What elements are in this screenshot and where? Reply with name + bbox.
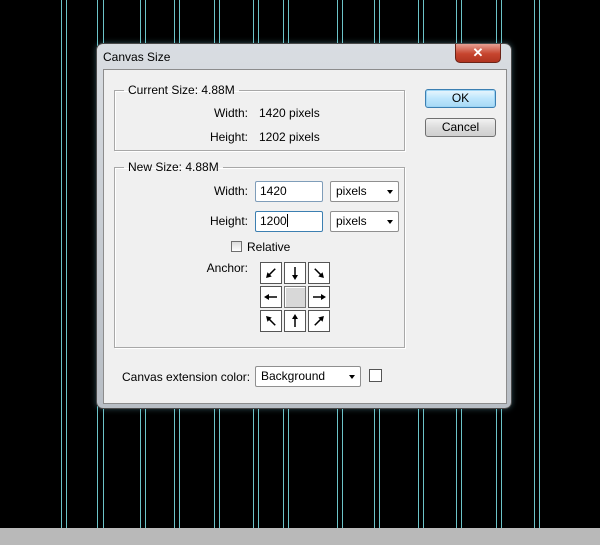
anchor-right[interactable]	[308, 286, 330, 308]
relative-checkbox[interactable]	[231, 241, 242, 252]
current-width-label: Width:	[213, 106, 248, 120]
dialog-title: Canvas Size	[103, 50, 171, 64]
width-input[interactable]: 1420	[255, 181, 323, 202]
current-size-legend: Current Size: 4.88M	[128, 83, 235, 97]
relative-label[interactable]: Relative	[247, 240, 290, 254]
width-unit-select[interactable]: pixels	[330, 181, 399, 202]
anchor-bottom[interactable]	[284, 310, 306, 332]
height-input-value: 1200	[260, 214, 287, 228]
arrow-icon	[266, 268, 276, 278]
anchor-top-right[interactable]	[308, 262, 330, 284]
extension-color-swatch[interactable]	[369, 369, 382, 382]
close-icon: ✕	[472, 45, 484, 60]
arrow-icon	[314, 268, 324, 278]
width-input-value: 1420	[260, 184, 287, 198]
new-width-label: Width:	[213, 184, 248, 198]
anchor-center[interactable]	[284, 286, 306, 308]
anchor-top[interactable]	[284, 262, 306, 284]
bottom-scrollbar[interactable]	[0, 528, 600, 545]
current-height-label: Height:	[209, 130, 248, 144]
chevron-down-icon	[387, 190, 393, 194]
arrow-icon	[314, 316, 324, 326]
arrow-icon	[266, 316, 276, 326]
chevron-down-icon	[387, 220, 393, 224]
cancel-button-label: Cancel	[441, 120, 480, 134]
anchor-bottom-left[interactable]	[260, 310, 282, 332]
text-caret	[286, 214, 288, 227]
arrow-icon	[292, 267, 298, 280]
new-size-legend: New Size: 4.88M	[128, 160, 219, 174]
height-unit-select[interactable]: pixels	[330, 211, 399, 232]
cancel-button[interactable]: Cancel	[425, 118, 496, 137]
arrow-icon	[292, 314, 298, 327]
arrow-icon	[313, 294, 326, 300]
chevron-down-icon	[349, 375, 355, 379]
close-button[interactable]: ✕	[455, 44, 501, 63]
new-height-label: Height:	[209, 214, 248, 228]
ok-button-label: OK	[451, 91, 470, 105]
anchor-left[interactable]	[260, 286, 282, 308]
height-unit-value: pixels	[336, 214, 367, 228]
canvas-size-dialog: Canvas Size ✕ Current Size: 4.88M Width:…	[96, 43, 512, 409]
extension-color-value: Background	[261, 369, 326, 383]
height-input[interactable]: 1200	[255, 211, 323, 232]
arrow-icon	[264, 294, 277, 300]
ok-button[interactable]: OK	[425, 89, 496, 108]
anchor-label: Anchor:	[206, 261, 248, 275]
extension-color-select[interactable]: Background	[255, 366, 361, 387]
current-width-value: 1420 pixels	[259, 106, 320, 120]
width-unit-value: pixels	[336, 184, 367, 198]
anchor-bottom-right[interactable]	[308, 310, 330, 332]
anchor-top-left[interactable]	[260, 262, 282, 284]
current-height-value: 1202 pixels	[259, 130, 320, 144]
dialog-client-area: Current Size: 4.88M Width: 1420 pixels H…	[103, 69, 507, 404]
extension-color-label: Canvas extension color:	[122, 370, 251, 384]
